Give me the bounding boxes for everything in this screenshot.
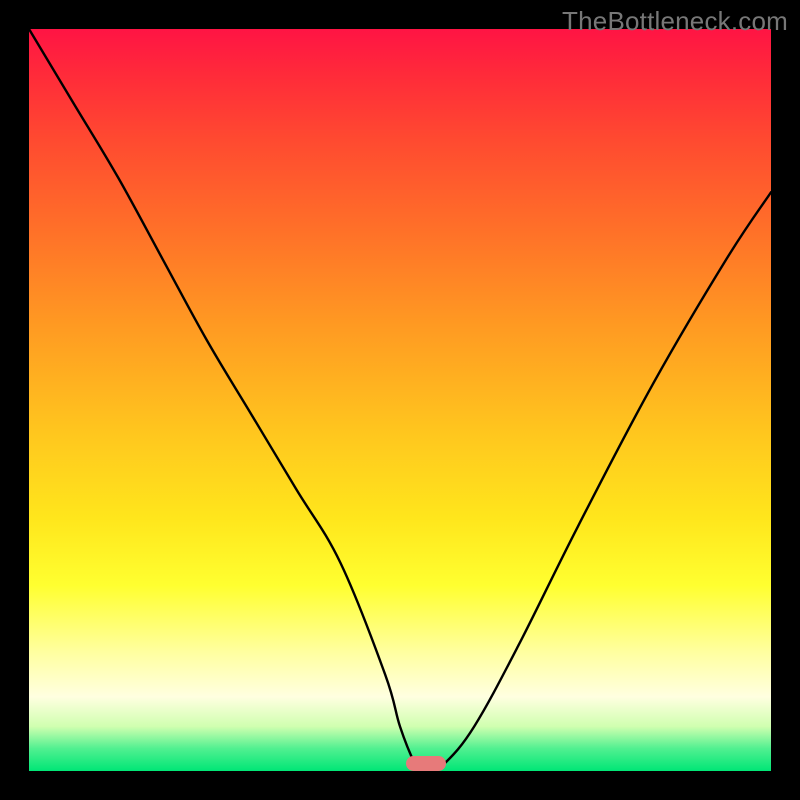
bottleneck-curve bbox=[29, 29, 771, 771]
plot-area bbox=[29, 29, 771, 771]
optimal-marker bbox=[406, 756, 446, 771]
watermark-text: TheBottleneck.com bbox=[562, 6, 788, 37]
